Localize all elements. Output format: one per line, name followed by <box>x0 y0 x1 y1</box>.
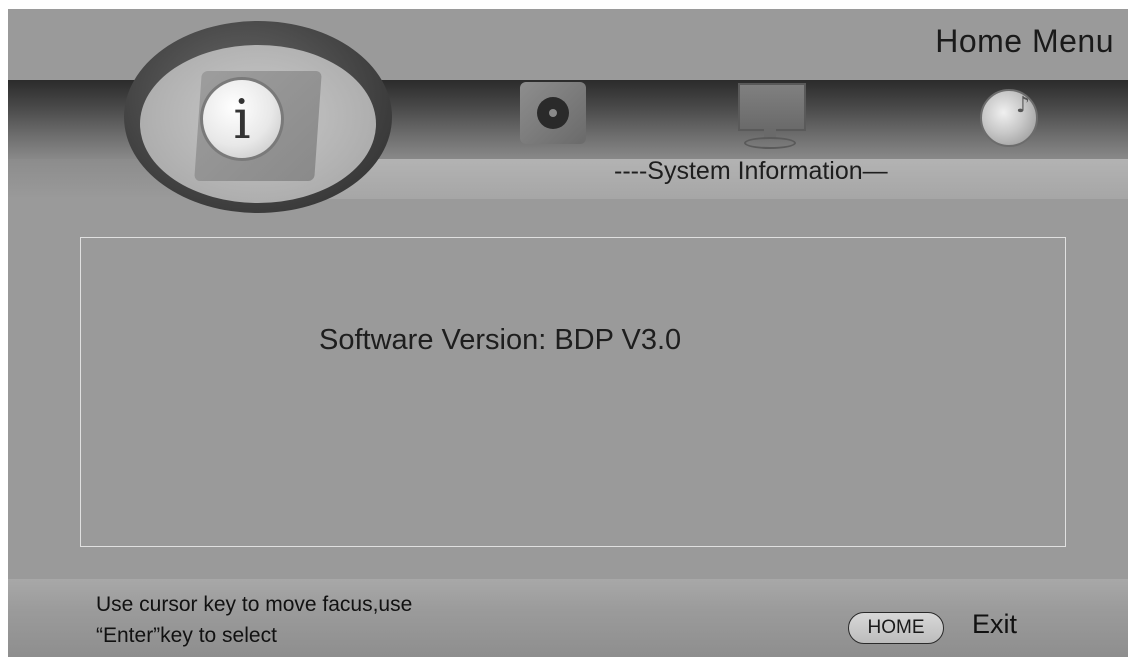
monitor-screen <box>738 83 806 131</box>
gear-shape <box>537 97 569 129</box>
home-key-button[interactable]: HOME <box>848 612 944 644</box>
navigation-hint-line1: Use cursor key to move facus,use <box>96 593 413 616</box>
section-title: ----System Information— <box>614 157 888 185</box>
navigation-hint-line2: “Enter”key to select <box>96 624 277 647</box>
info-icon[interactable]: i <box>200 77 284 161</box>
software-version-text: Software Version: BDP V3.0 <box>319 324 682 356</box>
footer-bar: Use cursor key to move facus,use “Enter”… <box>8 579 1128 657</box>
audio-disc-icon[interactable] <box>980 89 1038 147</box>
gear-icon[interactable] <box>520 82 586 144</box>
system-info-screen: Home Menu i ----System Information— Soft… <box>8 9 1128 657</box>
page-title: Home Menu <box>935 23 1114 59</box>
monitor-base <box>744 137 796 149</box>
exit-label: Exit <box>972 609 1018 639</box>
info-panel: Software Version: BDP V3.0 <box>80 237 1066 547</box>
monitor-icon[interactable] <box>736 83 806 153</box>
